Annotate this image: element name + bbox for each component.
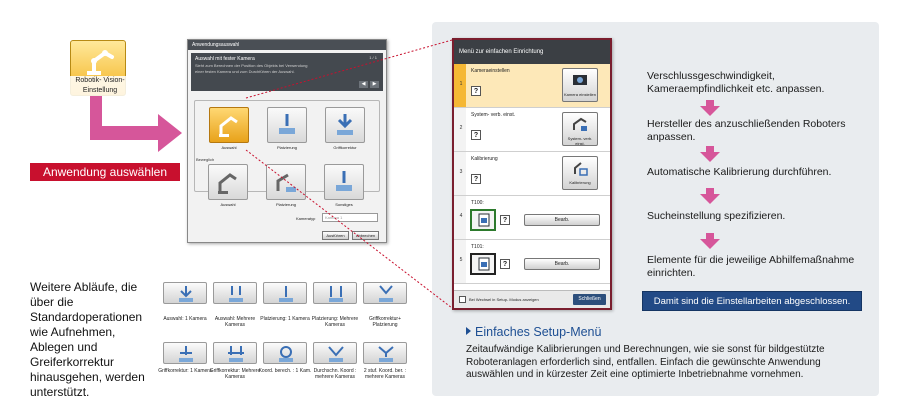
row-number: 4 [459, 213, 463, 219]
robot-connect-icon [573, 117, 587, 131]
row-number: 3 [459, 169, 463, 175]
show-on-setup-checkbox[interactable] [459, 296, 466, 303]
step-robot: Hersteller des anzuschließenden Roboters… [647, 118, 846, 143]
row-label: Kalibrierung [471, 156, 498, 162]
menu-footer: Bei Wechsel in Setup- Modus anzeigen Sch… [454, 290, 610, 308]
row-number: 1 [459, 81, 463, 87]
down-arrow-icon [700, 233, 720, 249]
menu-row-t100[interactable]: 4 T100: ? Bearb. [454, 196, 610, 240]
edit-button[interactable]: Bearb. [524, 214, 600, 226]
down-arrow-icon [700, 188, 720, 204]
menu-row-system[interactable]: 2 System- verb. einst. ? System- verb. e… [454, 108, 610, 152]
menu-title: Menü zur einfachen Einrichtung [454, 40, 610, 64]
step-camera: Verschlussgeschwindigkeit, Kameraempfind… [647, 70, 825, 95]
down-arrow-icon [700, 146, 720, 162]
help-icon[interactable]: ? [500, 215, 510, 225]
setup-menu-title: Einfaches Setup-Menü [475, 325, 602, 339]
help-icon[interactable]: ? [500, 259, 510, 269]
setup-menu-heading: Einfaches Setup-Menü [466, 325, 601, 339]
menu-row-camera[interactable]: 1 Kameraeinstellen ? Kamera einstellen [454, 64, 610, 108]
row-label: Kameraeinstellen [471, 68, 510, 74]
row-label: System- verb. einst. [471, 112, 516, 118]
edit-button[interactable]: Bearb. [524, 258, 600, 270]
step-search: Sucheinstellung spezifizieren. [647, 210, 786, 222]
step-remedy: Elemente für die jeweilige Abhilfemaßnah… [647, 254, 855, 279]
row-label: T100: [471, 200, 484, 206]
system-connection-button[interactable]: System- verb. einst. [562, 112, 598, 146]
job-thumbnail [470, 209, 496, 231]
camera-setup-button[interactable]: Kamera einstellen [562, 68, 598, 102]
help-icon[interactable]: ? [471, 130, 481, 140]
row-number: 5 [459, 257, 463, 263]
row-number: 2 [459, 125, 463, 131]
calibration-button[interactable]: Kalibrierung [562, 156, 598, 190]
row-label: T101: [471, 244, 484, 250]
job-icon [478, 257, 490, 271]
down-arrow-icon [700, 100, 720, 116]
setup-complete-banner: Damit sind die Einstellarbeiten abgeschl… [642, 291, 862, 311]
triangle-bullet-icon [466, 327, 471, 335]
camera-icon [573, 75, 587, 85]
close-button[interactable]: Schließen [573, 294, 606, 305]
help-icon[interactable]: ? [471, 86, 481, 96]
job-icon [478, 213, 490, 227]
menu-row-calibration[interactable]: 3 Kalibrierung ? Kalibrierung [454, 152, 610, 196]
step-calibration: Automatische Kalibrierung durchführen. [647, 166, 832, 178]
calibration-icon [574, 162, 588, 176]
easy-setup-menu: Menü zur einfachen Einrichtung 1 Kamerae… [452, 38, 612, 310]
job-thumbnail [470, 253, 496, 275]
setup-menu-description: Zeitaufwändige Kalibrierungen und Berech… [466, 344, 825, 380]
checkbox-label: Bei Wechsel in Setup- Modus anzeigen [469, 297, 539, 302]
menu-row-t101[interactable]: 5 T101: ? Bearb. [454, 240, 610, 284]
help-icon[interactable]: ? [471, 174, 481, 184]
